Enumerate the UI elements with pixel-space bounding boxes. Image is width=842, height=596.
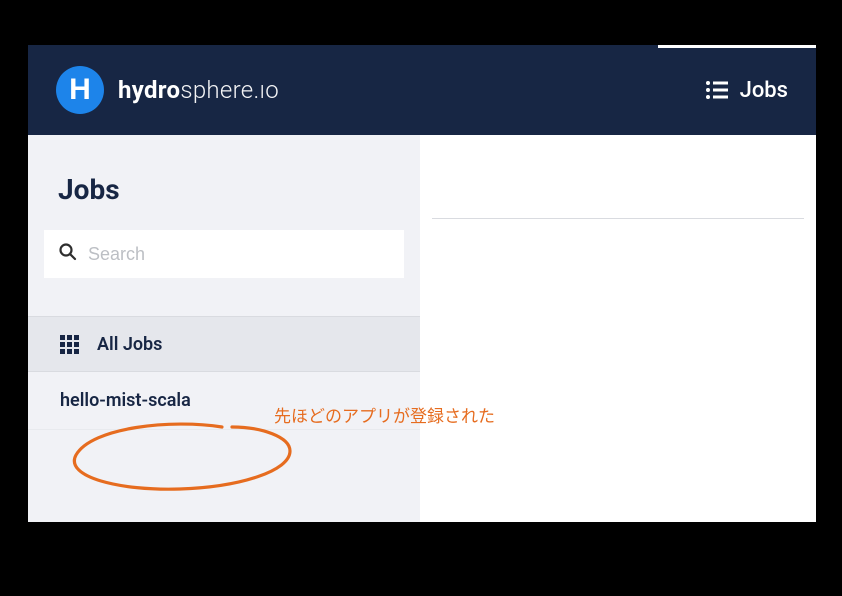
list-icon [706,81,728,99]
annotation-text: 先ほどのアプリが登録された [274,402,495,427]
body: Jobs All Jo [28,135,816,522]
search-wrap [44,230,404,278]
job-item-label: hello-mist-scala [60,390,191,411]
logo-letter: H [69,73,91,107]
app-frame: H hydrosphere.ıo Jobs Jobs [28,45,816,522]
logo-text-light: sphere.ıo [180,76,279,104]
active-tab-accent [658,45,816,48]
logo-text: hydrosphere.ıo [118,76,279,104]
nav-jobs-label: Jobs [740,78,788,103]
nav-jobs[interactable]: Jobs [706,78,788,103]
logo[interactable]: H hydrosphere.ıo [56,66,279,114]
logo-mark: H [56,66,104,114]
search-input[interactable] [88,244,390,265]
search-box[interactable] [44,230,404,278]
main-header-spacer [432,135,804,219]
header-bar: H hydrosphere.ıo Jobs [28,45,816,135]
main-panel [420,135,816,522]
filter-label: All Jobs [97,334,162,355]
search-icon [58,242,78,266]
logo-text-bold: hydro [118,76,180,104]
page-title: Jobs [28,135,420,230]
filter-all-jobs[interactable]: All Jobs [28,316,420,372]
grid-icon [60,335,79,354]
sidebar: Jobs All Jo [28,135,420,522]
